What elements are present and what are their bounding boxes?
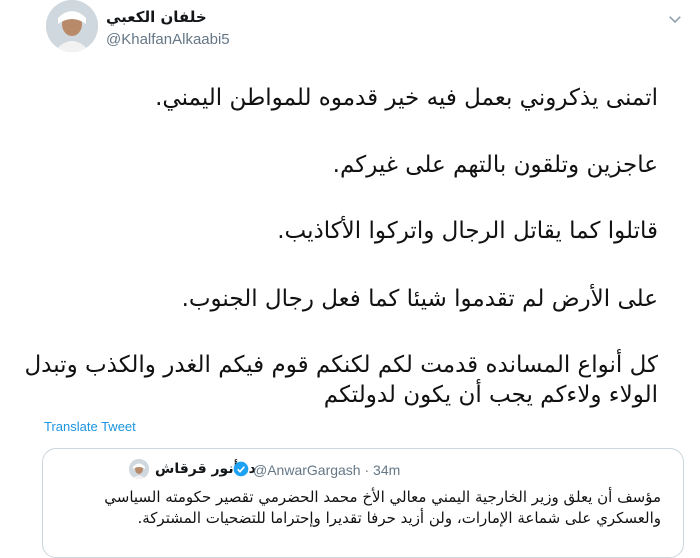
author-avatar[interactable]: [46, 0, 98, 52]
verified-badge-icon: [233, 461, 249, 477]
tweet-line: قاتلوا كما يقاتل الرجال واتركوا الأكاذيب…: [277, 218, 658, 244]
tweet-line: اتمنى يذكروني بعمل فيه خير قدموه للمواطن…: [155, 85, 658, 111]
quoted-author-avatar: [129, 459, 149, 479]
tweet-line: عاجزين وتلقون بالتهم على غيركم.: [332, 152, 658, 178]
quoted-tweet[interactable]: د. أنور قرقاش @AnwarGargash · 34m مؤسف أ…: [42, 448, 684, 558]
quoted-tweet-text: مؤسف أن يعلق وزير الخارجية اليمني معالي …: [104, 488, 661, 527]
quoted-handle-time: @AnwarGargash · 34m: [253, 462, 401, 478]
author-handle[interactable]: @KhalfanAlkaabi5: [106, 31, 230, 48]
tweet-line: على الأرض لم تقدموا شيئا كما فعل رجال ال…: [181, 286, 658, 312]
chevron-down-icon[interactable]: [666, 10, 684, 28]
tweet-line: كل أنواع المسانده قدمت لكم لكنكم قوم فيك…: [24, 352, 658, 408]
author-display-name[interactable]: خلفان الكعبي: [106, 8, 207, 26]
translate-tweet-link[interactable]: Translate Tweet: [44, 419, 136, 434]
